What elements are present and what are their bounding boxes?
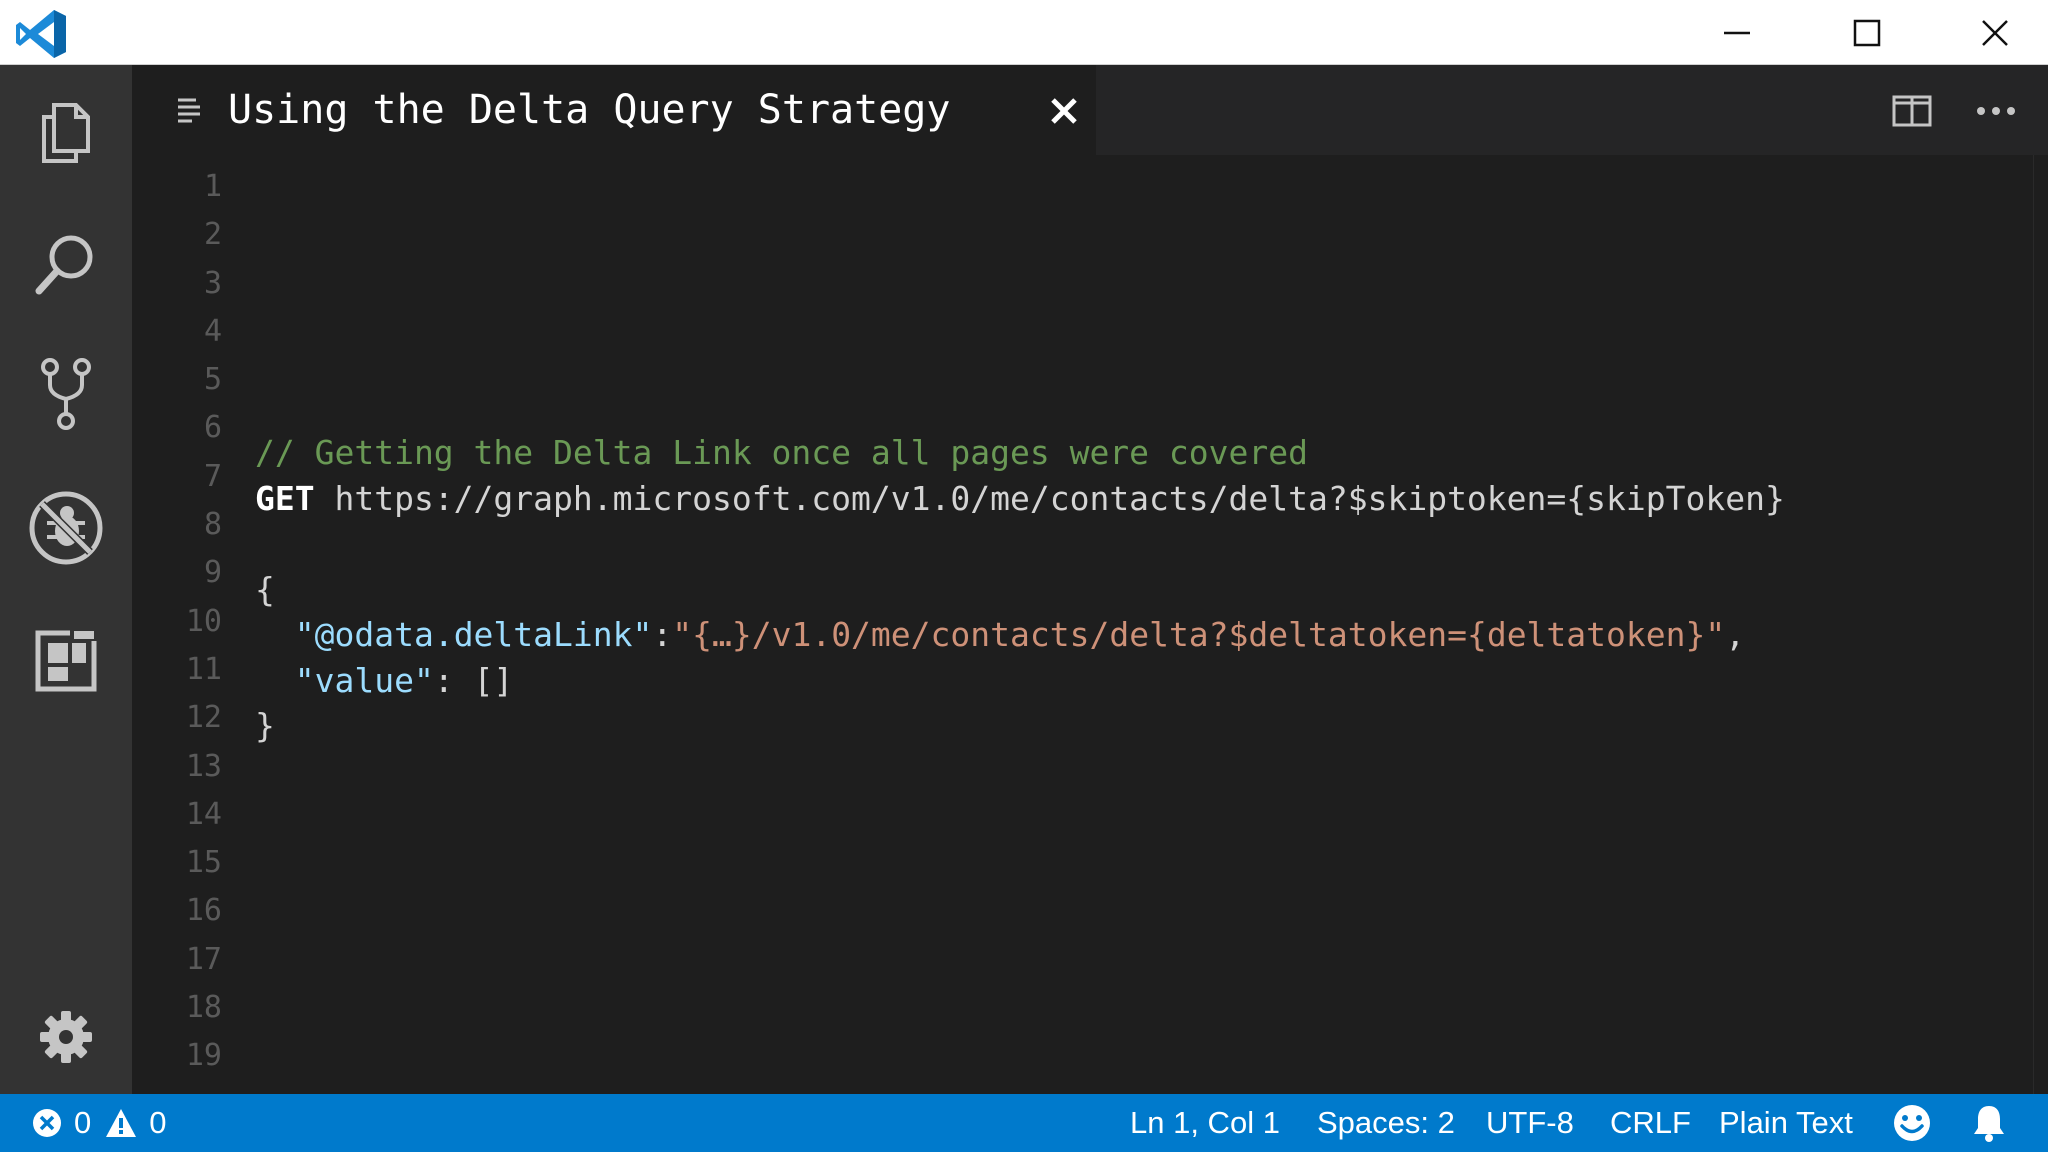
json-value-array: : [] (433, 660, 514, 700)
search-icon (35, 235, 93, 295)
line-number: 14 (185, 796, 222, 832)
json-colon: : (652, 615, 673, 654)
request-url: https://graph.microsoft.com/v1.0/me/cont… (314, 478, 1785, 518)
code-content: // Getting the Delta Link once all pages… (255, 430, 1785, 749)
code-line-close-brace: } (255, 703, 1785, 749)
line-number-gutter: 1 2 3 4 5 6 7 8 9 10 11 12 13 14 15 16 1… (132, 163, 222, 1081)
gear-icon (40, 1011, 92, 1063)
json-key-value: "value" (294, 660, 434, 700)
code-line-delta-link: "@odata.deltaLink":"{…}/v1.0/me/contacts… (255, 612, 1785, 658)
debug-icon (29, 491, 103, 565)
line-number: 15 (185, 845, 222, 881)
vertical-scrollbar[interactable] (2033, 155, 2048, 1094)
title-bar (0, 0, 2048, 65)
line-number: 18 (185, 990, 222, 1026)
line-number: 8 (203, 507, 222, 543)
activity-bar (0, 65, 132, 1094)
error-icon (33, 1109, 61, 1137)
json-value-deltalink: "{…}/v1.0/me/contacts/delta?$deltatoken=… (672, 615, 1726, 654)
indentation-setting[interactable]: Spaces: 2 (1317, 1094, 1455, 1152)
explorer-button[interactable] (0, 77, 132, 187)
split-editor-icon (1892, 95, 1932, 127)
split-editor-button[interactable] (1890, 91, 1934, 131)
line-number: 11 (185, 651, 222, 687)
code-comment: // Getting the Delta Link once all pages… (255, 433, 1308, 472)
line-number: 17 (185, 941, 222, 977)
line-number: 19 (185, 1038, 222, 1074)
close-brace: } (255, 706, 275, 745)
line-number: 12 (185, 700, 222, 736)
close-window-button[interactable] (1930, 0, 2048, 65)
more-actions-button[interactable] (1974, 91, 2018, 131)
line-number: 5 (203, 362, 222, 398)
minimize-button[interactable] (1672, 0, 1802, 65)
maximize-button[interactable] (1802, 0, 1932, 65)
notifications-button[interactable] (1972, 1094, 2006, 1152)
line-number: 3 (203, 265, 222, 301)
line-number: 6 (203, 410, 222, 446)
json-comma: , (1725, 615, 1746, 654)
settings-button[interactable] (0, 982, 132, 1092)
feedback-button[interactable] (1892, 1094, 1932, 1152)
code-line-open-brace: { (255, 567, 1785, 613)
editor-pane[interactable]: 1 2 3 4 5 6 7 8 9 10 11 12 13 14 15 16 1… (132, 155, 2048, 1094)
close-icon (1051, 98, 1077, 124)
line-number: 4 (203, 313, 222, 349)
line-number: 13 (185, 748, 222, 784)
problems-indicator[interactable]: 0 0 (32, 1094, 167, 1152)
warning-icon (106, 1109, 137, 1137)
smiley-icon (1894, 1105, 1930, 1141)
maximize-icon (1853, 19, 1881, 46)
warning-count: 0 (149, 1105, 167, 1140)
vscode-logo-icon (14, 8, 70, 60)
more-actions-icon (1977, 107, 2015, 115)
line-number: 16 (185, 893, 222, 929)
explorer-icon (42, 103, 90, 163)
extensions-icon (35, 629, 98, 692)
source-control-button[interactable] (0, 340, 132, 450)
search-button[interactable] (0, 209, 132, 319)
line-number: 10 (185, 603, 222, 639)
encoding-selector[interactable]: UTF-8 (1486, 1094, 1574, 1152)
line-number: 9 (203, 555, 222, 591)
json-key-deltalink: "@odata.deltaLink" (294, 615, 653, 654)
tab-strip: Using the Delta Query Strategy (132, 65, 2048, 155)
debug-button[interactable] (0, 473, 132, 583)
close-icon (1982, 19, 2008, 46)
status-bar: 0 0 Ln 1, Col 1 Spaces: 2 UTF-8 CRLF Pla… (0, 1094, 2048, 1152)
code-line-request: GET https://graph.microsoft.com/v1.0/me/… (255, 476, 1785, 522)
open-brace: { (255, 569, 275, 609)
code-line-value: "value": [] (255, 658, 1785, 704)
http-method: GET (255, 478, 315, 518)
error-count: 0 (74, 1105, 92, 1140)
bell-icon (1974, 1106, 2004, 1142)
extensions-button[interactable] (0, 606, 132, 716)
tab-close-button[interactable] (1044, 91, 1084, 131)
file-lines-icon (178, 98, 200, 123)
cursor-position[interactable]: Ln 1, Col 1 (1130, 1094, 1280, 1152)
line-number: 7 (203, 458, 222, 494)
line-ending-selector[interactable]: CRLF (1610, 1094, 1691, 1152)
editor-tab[interactable]: Using the Delta Query Strategy (132, 65, 1096, 155)
code-line-comment: // Getting the Delta Link once all pages… (255, 430, 1785, 476)
tab-title: Using the Delta Query Strategy (228, 87, 951, 133)
line-number: 2 (203, 217, 222, 253)
minimize-icon (1724, 31, 1750, 34)
line-number: 1 (203, 169, 222, 204)
language-mode-selector[interactable]: Plain Text (1719, 1094, 1853, 1152)
source-control-icon (41, 358, 91, 430)
